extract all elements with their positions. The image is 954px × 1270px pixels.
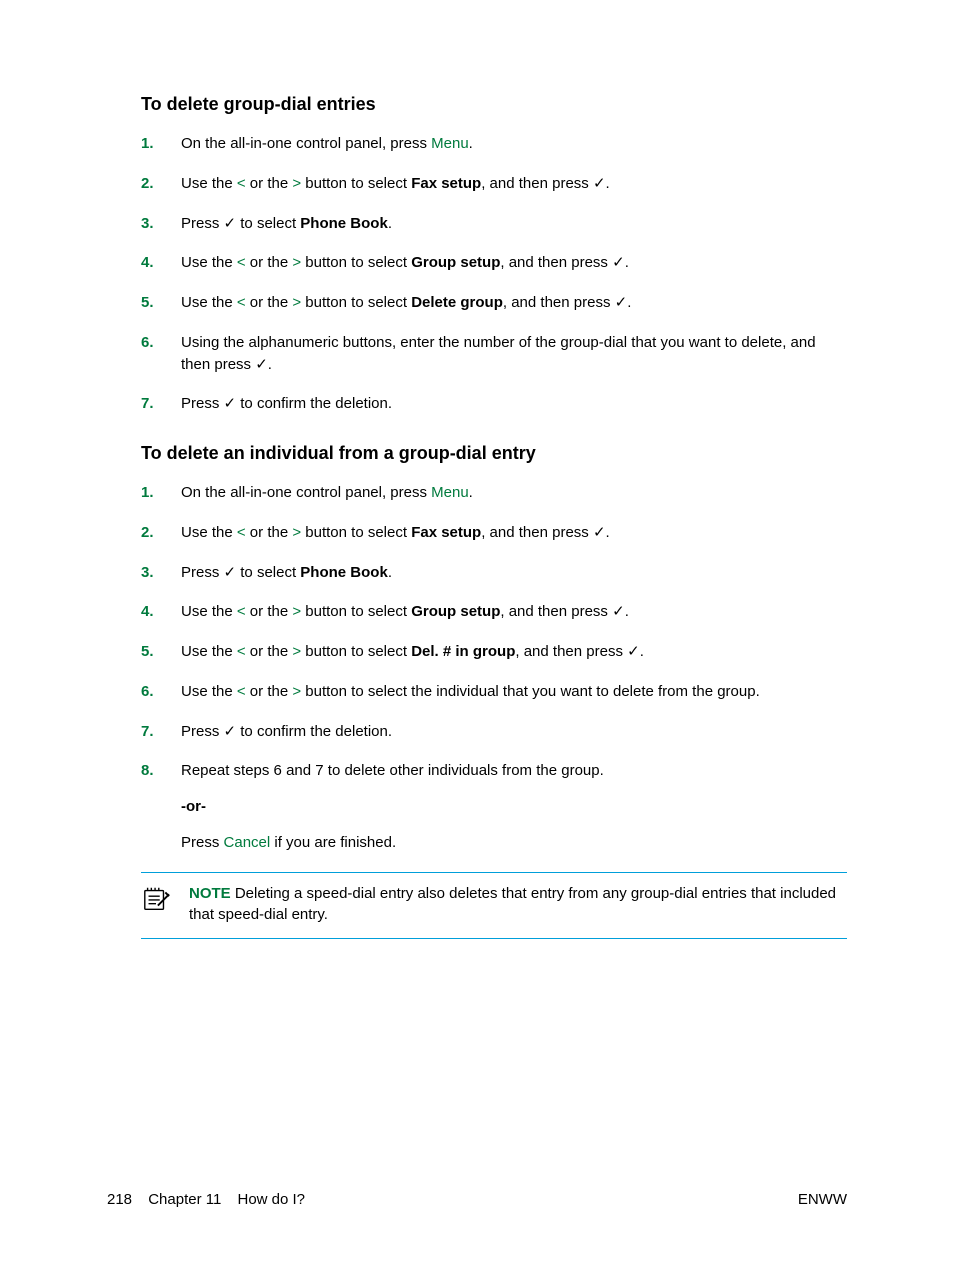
section-delete-group-dial: To delete group-dial entries 1. On the a…	[141, 94, 847, 415]
step-body: Using the alphanumeric buttons, enter th…	[181, 332, 847, 376]
step-body: On the all-in-one control panel, press M…	[181, 482, 847, 504]
chapter-title: How do I?	[237, 1191, 305, 1208]
check-icon: ✓	[612, 254, 625, 271]
bold-text: Delete group	[411, 294, 503, 311]
step-number: 4.	[141, 252, 181, 274]
menu-label: Menu	[431, 484, 469, 501]
bold-text: Fax setup	[411, 524, 481, 541]
check-icon: ✓	[593, 524, 606, 541]
less-than-icon: <	[237, 603, 246, 620]
step-body: Use the < or the > button to select Dele…	[181, 292, 847, 314]
step-body: On the all-in-one control panel, press M…	[181, 133, 847, 155]
step-body: Use the < or the > button to select Grou…	[181, 252, 847, 274]
greater-than-icon: >	[292, 294, 301, 311]
list-item: 3. Press ✓ to select Phone Book.	[141, 562, 847, 584]
steps-list-2: 1. On the all-in-one control panel, pres…	[141, 482, 847, 854]
page-number: 218	[107, 1191, 132, 1208]
step-body: Use the < or the > button to select Grou…	[181, 601, 847, 623]
cancel-label: Cancel	[224, 834, 271, 851]
list-item: 7. Press ✓ to confirm the deletion.	[141, 393, 847, 415]
step-body: Press ✓ to select Phone Book.	[181, 213, 847, 235]
bold-text: Phone Book	[300, 564, 388, 581]
step-body: Use the < or the > button to select Del.…	[181, 641, 847, 663]
bold-text: Group setup	[411, 254, 500, 271]
less-than-icon: <	[237, 524, 246, 541]
step-number: 3.	[141, 562, 181, 584]
step-body: Press ✓ to select Phone Book.	[181, 562, 847, 584]
page-footer: 218 Chapter 11 How do I? ENWW	[107, 1191, 847, 1208]
less-than-icon: <	[237, 254, 246, 271]
step-number: 2.	[141, 522, 181, 544]
step-number: 8.	[141, 760, 181, 782]
step-body: Use the < or the > button to select Fax …	[181, 522, 847, 544]
menu-label: Menu	[431, 135, 469, 152]
step-number: 1.	[141, 482, 181, 504]
list-item: 8. Repeat steps 6 and 7 to delete other …	[141, 760, 847, 853]
list-item: 2. Use the < or the > button to select F…	[141, 522, 847, 544]
step-body: Use the < or the > button to select the …	[181, 681, 847, 703]
greater-than-icon: >	[292, 683, 301, 700]
less-than-icon: <	[237, 643, 246, 660]
check-icon: ✓	[627, 643, 640, 660]
greater-than-icon: >	[292, 254, 301, 271]
less-than-icon: <	[237, 175, 246, 192]
check-icon: ✓	[224, 723, 237, 740]
page: To delete group-dial entries 1. On the a…	[0, 0, 954, 1270]
greater-than-icon: >	[292, 603, 301, 620]
check-icon: ✓	[593, 175, 606, 192]
steps-list-1: 1. On the all-in-one control panel, pres…	[141, 133, 847, 415]
note-icon	[141, 883, 171, 927]
list-item: 1. On the all-in-one control panel, pres…	[141, 133, 847, 155]
check-icon: ✓	[224, 215, 237, 232]
check-icon: ✓	[255, 356, 268, 373]
check-icon: ✓	[224, 564, 237, 581]
bold-text: Fax setup	[411, 175, 481, 192]
step-number: 3.	[141, 213, 181, 235]
list-item: 1. On the all-in-one control panel, pres…	[141, 482, 847, 504]
step-number: 7.	[141, 721, 181, 743]
step-number: 1.	[141, 133, 181, 155]
bold-text: Group setup	[411, 603, 500, 620]
or-separator: -or-	[181, 796, 847, 818]
bold-text: Del. # in group	[411, 643, 515, 660]
list-item: 5. Use the < or the > button to select D…	[141, 292, 847, 314]
heading-delete-individual: To delete an individual from a group-dia…	[141, 443, 847, 464]
step-number: 7.	[141, 393, 181, 415]
heading-delete-group-dial: To delete group-dial entries	[141, 94, 847, 115]
step-number: 4.	[141, 601, 181, 623]
note-box: NOTE Deleting a speed-dial entry also de…	[141, 872, 847, 940]
bold-text: Phone Book	[300, 215, 388, 232]
step-number: 6.	[141, 332, 181, 354]
step-number: 5.	[141, 641, 181, 663]
step-body: Repeat steps 6 and 7 to delete other ind…	[181, 760, 847, 853]
note-text: NOTE Deleting a speed-dial entry also de…	[189, 883, 847, 927]
step-number: 5.	[141, 292, 181, 314]
check-icon: ✓	[224, 395, 237, 412]
section-delete-individual: To delete an individual from a group-dia…	[141, 443, 847, 939]
list-item: 5. Use the < or the > button to select D…	[141, 641, 847, 663]
note-label: NOTE	[189, 885, 231, 902]
list-item: 6. Using the alphanumeric buttons, enter…	[141, 332, 847, 376]
list-item: 7. Press ✓ to confirm the deletion.	[141, 721, 847, 743]
check-icon: ✓	[615, 294, 628, 311]
step-body: Use the < or the > button to select Fax …	[181, 173, 847, 195]
step-number: 6.	[141, 681, 181, 703]
step-number: 2.	[141, 173, 181, 195]
list-item: 4. Use the < or the > button to select G…	[141, 252, 847, 274]
less-than-icon: <	[237, 683, 246, 700]
footer-right: ENWW	[798, 1191, 847, 1208]
greater-than-icon: >	[292, 643, 301, 660]
less-than-icon: <	[237, 294, 246, 311]
list-item: 3. Press ✓ to select Phone Book.	[141, 213, 847, 235]
list-item: 2. Use the < or the > button to select F…	[141, 173, 847, 195]
list-item: 4. Use the < or the > button to select G…	[141, 601, 847, 623]
greater-than-icon: >	[292, 175, 301, 192]
step-body: Press ✓ to confirm the deletion.	[181, 393, 847, 415]
chapter-label: Chapter 11	[148, 1191, 221, 1208]
greater-than-icon: >	[292, 524, 301, 541]
list-item: 6. Use the < or the > button to select t…	[141, 681, 847, 703]
check-icon: ✓	[612, 603, 625, 620]
footer-left: 218 Chapter 11 How do I?	[107, 1191, 305, 1208]
step-body: Press ✓ to confirm the deletion.	[181, 721, 847, 743]
